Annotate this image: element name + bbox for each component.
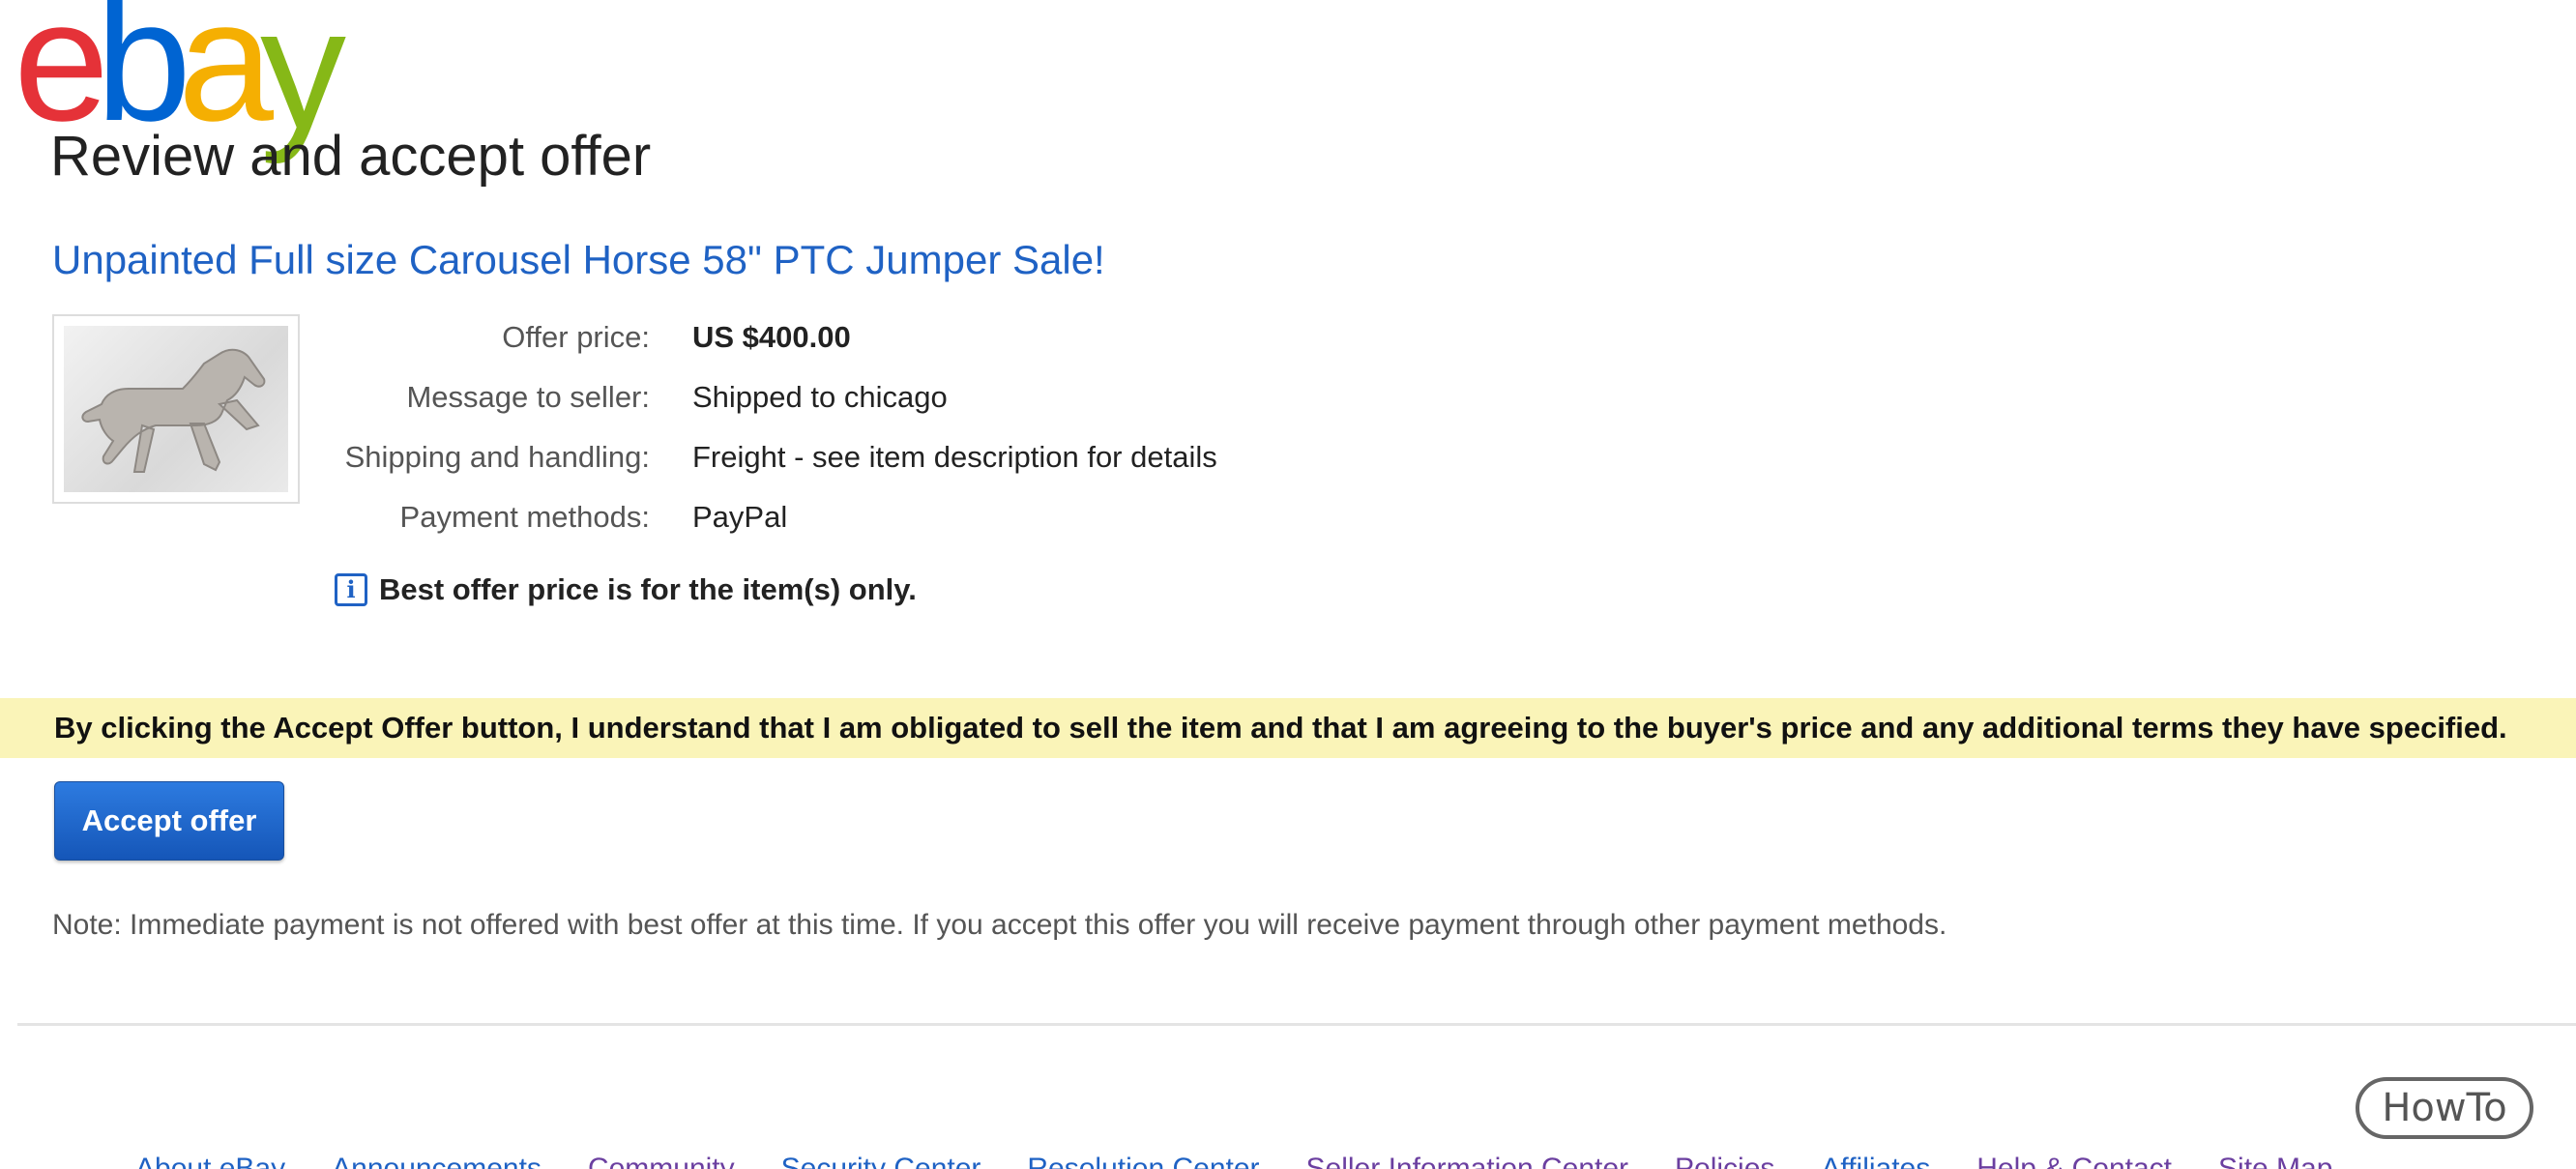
shipping-value: Freight - see item description for detai… (692, 440, 1217, 474)
payment-methods-label: Payment methods: (399, 500, 650, 534)
message-to-seller-value: Shipped to chicago (692, 380, 948, 414)
page-title: Review and accept offer (50, 125, 652, 188)
footer-link-community[interactable]: Community (588, 1153, 735, 1169)
footer-divider (17, 1023, 2576, 1026)
footer-link-security-center[interactable]: Security Center (781, 1153, 981, 1169)
footer-link-seller-info-center[interactable]: Seller Information Center (1306, 1153, 1629, 1169)
page: ebay Review and accept offer Unpainted F… (0, 0, 2576, 1169)
terms-banner: By clicking the Accept Offer button, I u… (0, 698, 2576, 758)
horse-silhouette-icon (81, 348, 266, 473)
footer-link-policies[interactable]: Policies (1675, 1153, 1774, 1169)
offer-price-value: US $400.00 (692, 320, 851, 354)
item-thumbnail[interactable] (52, 314, 300, 504)
payment-note: Note: Immediate payment is not offered w… (52, 909, 1947, 941)
footer-link-help-contact[interactable]: Help & Contact (1976, 1153, 2172, 1169)
payment-methods-row: Payment methods: PayPal (329, 487, 1217, 547)
footer-link-about[interactable]: About eBay (135, 1153, 285, 1169)
carousel-horse-image (64, 326, 288, 492)
terms-text: By clicking the Accept Offer button, I u… (54, 711, 2507, 745)
shipping-label: Shipping and handling: (344, 440, 650, 474)
item-title-link[interactable]: Unpainted Full size Carousel Horse 58" P… (52, 237, 1105, 283)
footer-link-site-map[interactable]: Site Map (2218, 1153, 2332, 1169)
offer-price-label: Offer price: (502, 320, 650, 354)
footer-link-announcements[interactable]: Announcements (332, 1153, 542, 1169)
info-icon: i (335, 573, 367, 606)
message-to-seller-row: Message to seller: Shipped to chicago (329, 367, 1217, 427)
shipping-row: Shipping and handling: Freight - see ite… (329, 427, 1217, 487)
message-to-seller-label: Message to seller: (406, 380, 650, 414)
accept-offer-button[interactable]: Accept offer (54, 781, 284, 861)
footer-link-affiliates[interactable]: Affiliates (1821, 1153, 1930, 1169)
offer-price-row: Offer price: US $400.00 (329, 307, 1217, 367)
footer-links: About eBay Announcements Community Secur… (135, 1153, 2332, 1169)
howto-watermark: HowTo (2356, 1077, 2533, 1139)
payment-methods-value: PayPal (692, 500, 788, 534)
footer-link-resolution-center[interactable]: Resolution Center (1027, 1153, 1259, 1169)
best-offer-info-text: Best offer price is for the item(s) only… (379, 572, 917, 606)
offer-details: Offer price: US $400.00 Message to selle… (329, 307, 1217, 547)
best-offer-info: i Best offer price is for the item(s) on… (335, 572, 917, 607)
